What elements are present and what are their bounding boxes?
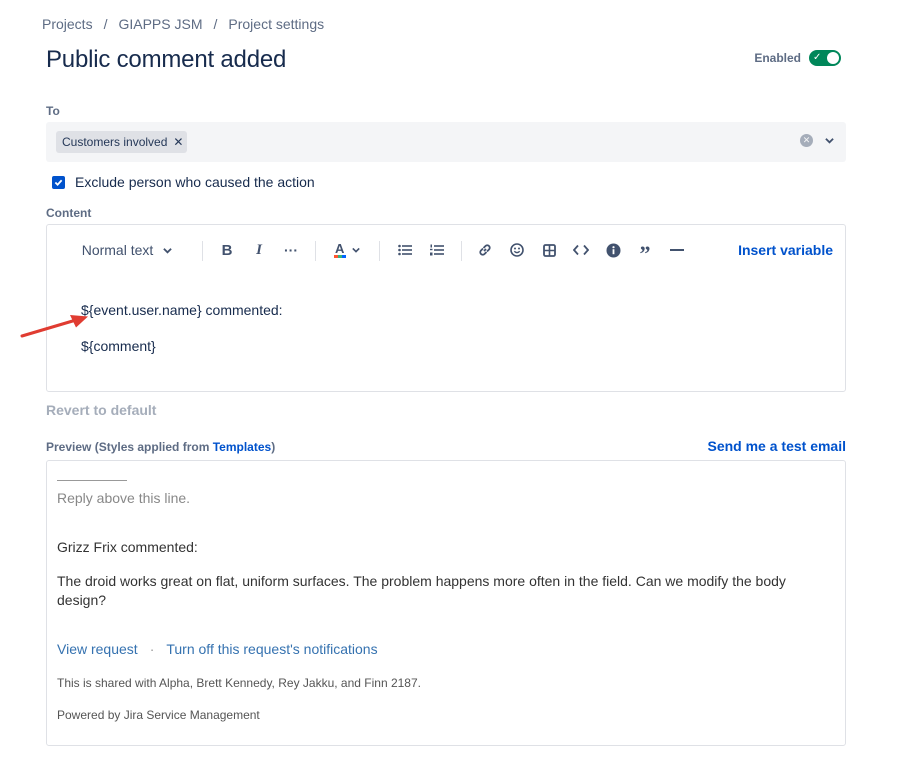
recipient-chip: Customers involved ✕ — [56, 131, 188, 153]
preview-comment-body: The droid works great on flat, uniform s… — [57, 573, 786, 608]
preview-rule — [57, 471, 127, 481]
check-icon — [54, 179, 63, 186]
breadcrumb: Projects / GIAPPS JSM / Project settings — [42, 16, 324, 32]
enabled-control: Enabled ✓ — [754, 50, 841, 66]
to-recipients-select[interactable]: Customers involved ✕ ✕ — [46, 122, 846, 162]
chevron-down-icon — [163, 247, 173, 254]
code-icon[interactable] — [569, 235, 593, 265]
text-color-glyph: A — [333, 241, 346, 258]
link-icon[interactable] — [473, 235, 497, 265]
shared-with-text: This is shared with Alpha, Brett Kennedy… — [57, 676, 421, 690]
editor-text[interactable]: ${event.user.name} commented: ${comment} — [81, 301, 283, 355]
more-icon[interactable]: ··· — [279, 235, 303, 265]
toggle-knob — [827, 52, 839, 64]
exclude-checkbox-label: Exclude person who caused the action — [75, 174, 315, 190]
breadcrumb-project-settings[interactable]: Project settings — [228, 16, 324, 32]
view-request-link[interactable]: View request — [57, 641, 138, 657]
link-separator: · — [149, 641, 155, 657]
reply-above-line: Reply above this line. — [57, 490, 191, 506]
content-label: Content — [46, 206, 92, 220]
info-icon[interactable] — [601, 235, 625, 265]
bold-icon[interactable]: B — [215, 235, 239, 265]
numbered-list-icon[interactable] — [425, 235, 449, 265]
templates-link[interactable]: Templates — [213, 440, 271, 454]
email-preview: Reply above this line. Grizz Frix commen… — [46, 460, 846, 746]
annotation-arrow-icon — [20, 315, 88, 338]
editor-toolbar: Normal text B I ··· A ” Insert variable — [47, 235, 845, 266]
send-test-email-button[interactable]: Send me a test email — [707, 438, 846, 454]
breadcrumb-projects[interactable]: Projects — [42, 16, 93, 32]
remove-chip-icon[interactable]: ✕ — [173, 135, 183, 149]
turn-off-notifications-link[interactable]: Turn off this request's notifications — [166, 641, 377, 657]
preview-label: Preview (Styles applied from Templates) — [46, 440, 275, 454]
exclude-option: Exclude person who caused the action — [52, 174, 315, 190]
toolbar-divider — [202, 241, 203, 261]
toolbar-divider — [315, 241, 316, 261]
breadcrumb-separator: / — [213, 16, 218, 32]
chevron-down-icon[interactable] — [825, 136, 834, 145]
chevron-down-icon — [351, 247, 360, 253]
italic-icon[interactable]: I — [247, 235, 271, 265]
select-icons: ✕ — [800, 134, 834, 147]
content-editor[interactable]: Normal text B I ··· A ” Insert variable … — [46, 224, 846, 392]
editor-line: ${event.user.name} commented: — [81, 302, 283, 318]
editor-line: ${comment} — [81, 338, 156, 354]
preview-label-suffix: ) — [271, 440, 276, 454]
toolbar-divider — [379, 241, 380, 261]
text-color-icon[interactable]: A — [329, 235, 363, 265]
check-icon: ✓ — [813, 52, 822, 63]
exclude-checkbox[interactable] — [52, 175, 65, 189]
revert-to-default-button[interactable]: Revert to default — [46, 402, 156, 418]
enabled-label: Enabled — [754, 51, 801, 65]
bullet-list-icon[interactable] — [393, 235, 417, 265]
powered-by-text: Powered by Jira Service Management — [57, 708, 260, 722]
text-style-label: Normal text — [81, 242, 154, 258]
preview-commenter: Grizz Frix commented: — [57, 539, 198, 555]
preview-label-text: Preview (Styles applied from — [46, 440, 213, 454]
quote-icon[interactable]: ” — [633, 235, 657, 266]
emoji-icon[interactable] — [505, 235, 529, 265]
page-title: Public comment added — [46, 46, 287, 73]
svg-text:A: A — [335, 241, 345, 256]
breadcrumb-project[interactable]: GIAPPS JSM — [118, 16, 202, 32]
clear-icon[interactable]: ✕ — [800, 134, 813, 147]
preview-links: View request · Turn off this request's n… — [57, 641, 378, 657]
recipient-chip-label: Customers involved — [62, 135, 168, 149]
text-style-dropdown[interactable]: Normal text — [77, 235, 177, 265]
enabled-toggle[interactable]: ✓ — [809, 50, 841, 66]
insert-variable-button[interactable]: Insert variable — [738, 235, 833, 265]
breadcrumb-separator: / — [103, 16, 108, 32]
table-icon[interactable] — [537, 235, 561, 265]
to-label: To — [46, 104, 60, 118]
toolbar-divider — [461, 241, 462, 261]
divider-icon[interactable] — [665, 235, 689, 265]
